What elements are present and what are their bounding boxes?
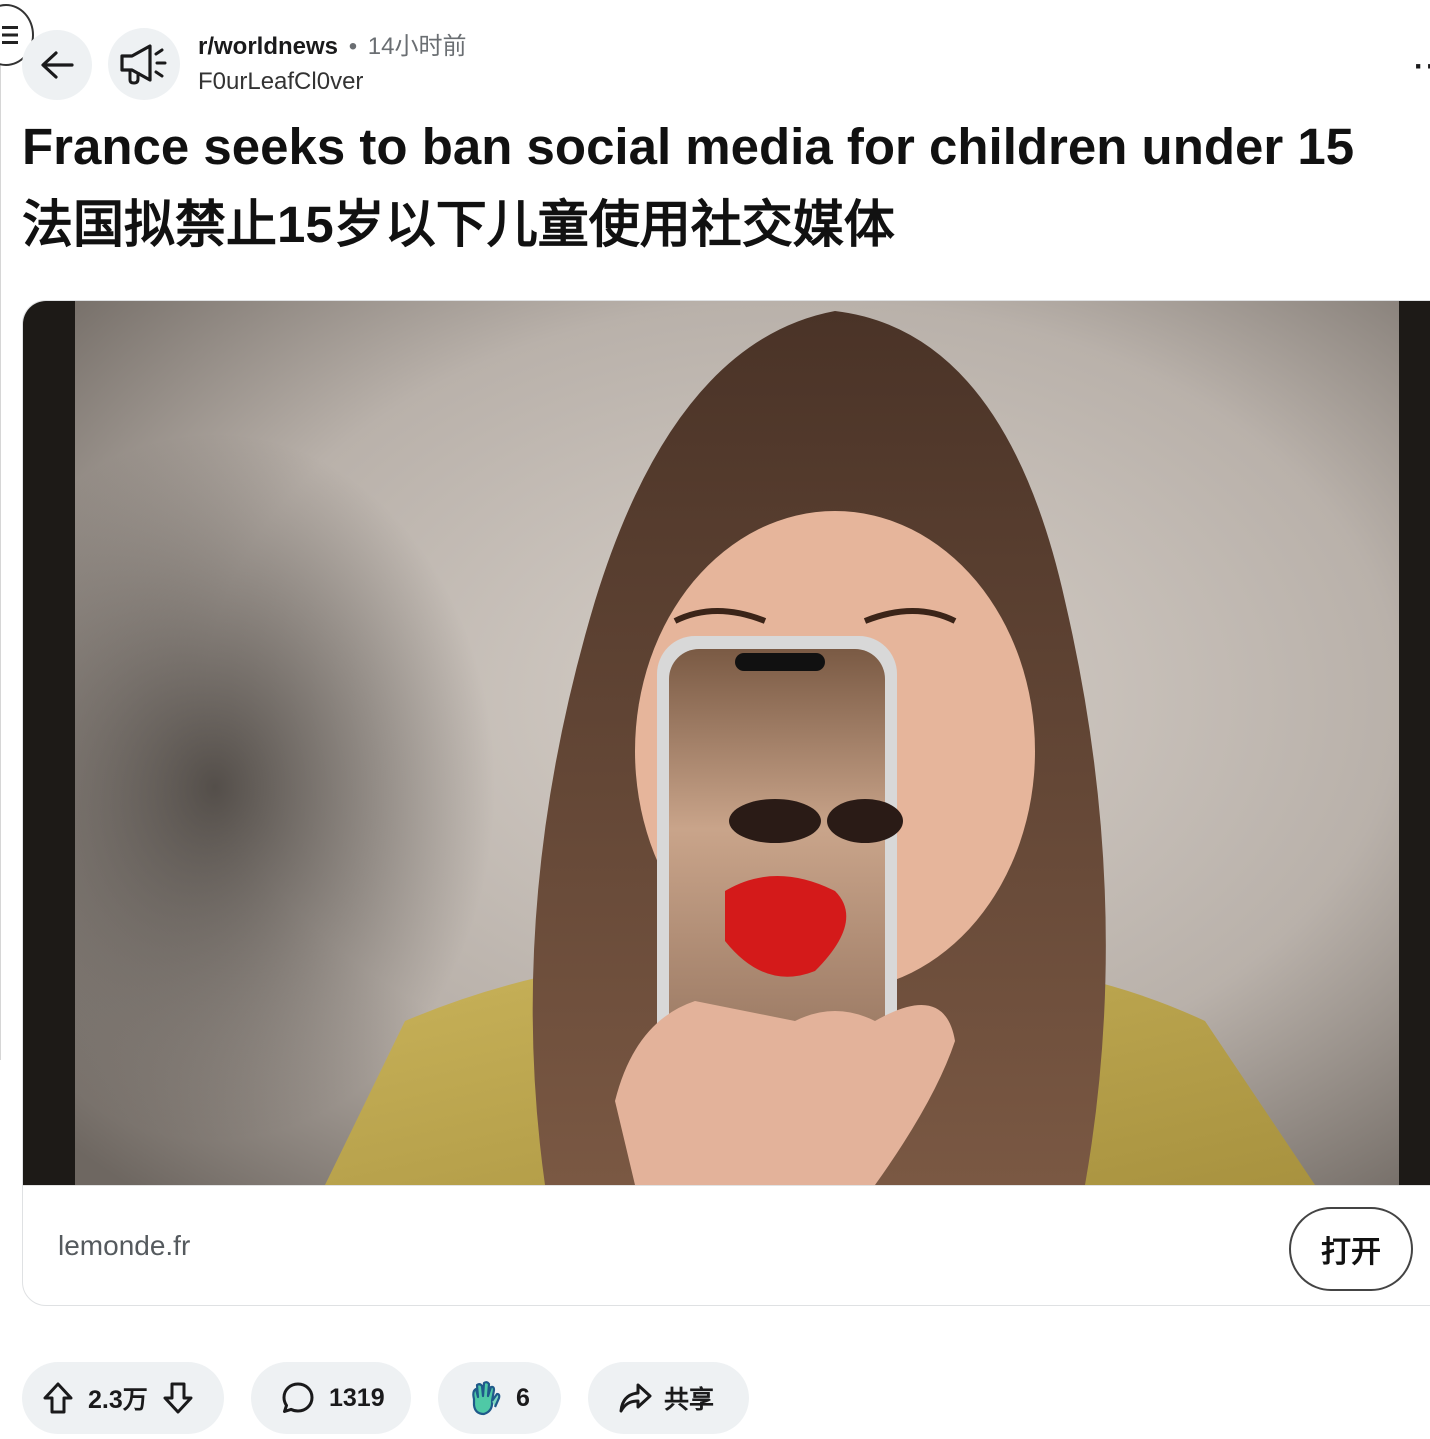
upvote-icon[interactable]: [42, 1381, 74, 1415]
megaphone-icon: [120, 44, 167, 85]
vote-pill: 2.3万: [22, 1362, 224, 1434]
link-domain[interactable]: lemonde.fr: [58, 1230, 190, 1262]
share-button[interactable]: 共享: [588, 1362, 749, 1434]
subreddit-link[interactable]: r/worldnews: [198, 33, 338, 60]
link-card[interactable]: lemonde.fr 打开: [22, 300, 1430, 1306]
post-page: r/worldnews • 14小时前 F0urLeafCl0ver ·· Fr…: [0, 0, 1430, 1439]
arrow-left-icon: [41, 51, 74, 79]
back-button[interactable]: [22, 30, 92, 100]
comments-button[interactable]: 1319: [251, 1362, 411, 1434]
thumbnail-image: [75, 301, 1399, 1185]
vote-score: 2.3万: [88, 1386, 148, 1414]
sidebar-edge: [0, 60, 1, 1060]
clapping-hands-award-icon: [472, 1381, 501, 1416]
link-card-footer: lemonde.fr 打开: [23, 1185, 1430, 1305]
downvote-icon[interactable]: [162, 1381, 194, 1415]
menu-icon: [2, 26, 18, 44]
post-meta: r/worldnews • 14小时前 F0urLeafCl0ver: [198, 30, 466, 100]
share-arrow-icon: [619, 1383, 652, 1413]
comment-count: 1319: [329, 1383, 385, 1412]
link-thumbnail[interactable]: [23, 301, 1430, 1185]
post-time: 14小时前: [367, 33, 467, 60]
awards-button[interactable]: 6: [438, 1362, 561, 1434]
post-title-zh: 法国拟禁止15岁以下儿童使用社交媒体: [22, 196, 895, 253]
post-title-en: France seeks to ban social media for chi…: [22, 118, 1355, 175]
post-author[interactable]: F0urLeafCl0ver: [198, 64, 466, 100]
more-options-button[interactable]: ··: [1414, 50, 1430, 84]
subreddit-avatar[interactable]: [108, 28, 180, 100]
post-title: France seeks to ban social media for chi…: [22, 108, 1412, 264]
award-count: 6: [516, 1383, 530, 1412]
comment-bubble-icon: [282, 1382, 314, 1413]
open-link-button[interactable]: 打开: [1289, 1207, 1413, 1291]
share-label: 共享: [664, 1386, 715, 1414]
meta-separator: •: [348, 33, 358, 60]
